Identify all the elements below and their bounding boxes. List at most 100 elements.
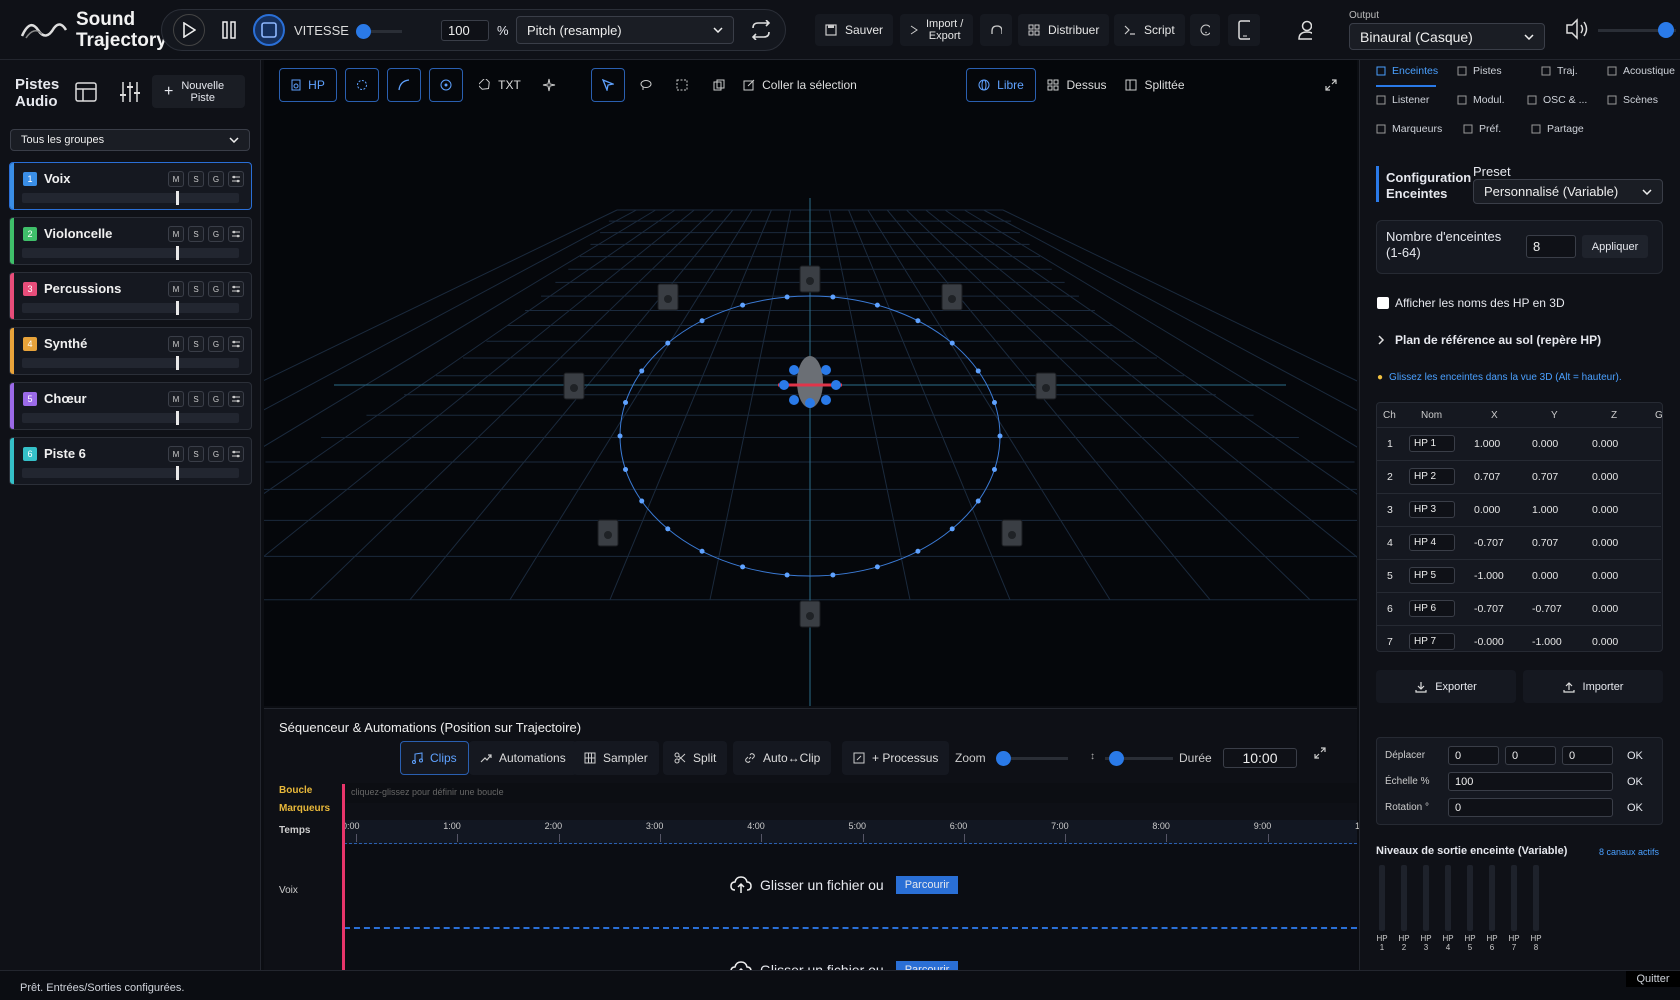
zoom-slider[interactable] xyxy=(996,751,1068,766)
target-tool-button[interactable] xyxy=(429,68,463,102)
new-track-button[interactable]: + Nouvelle Piste xyxy=(152,75,245,108)
distribute-button[interactable]: Distribuer xyxy=(1018,14,1110,46)
move-ok-button[interactable]: OK xyxy=(1627,750,1643,762)
stop-button[interactable] xyxy=(253,14,285,46)
z-cell[interactable]: 0.000 xyxy=(1592,504,1618,516)
split-button[interactable]: Split xyxy=(663,741,728,775)
speaker-name-input[interactable]: HP 6 xyxy=(1409,600,1455,617)
trajectory-point[interactable] xyxy=(830,294,836,300)
volume-slider[interactable] xyxy=(1598,22,1676,38)
rotation-ok-button[interactable]: OK xyxy=(1627,802,1643,814)
fader-knob[interactable] xyxy=(176,246,179,260)
move-x-input[interactable]: 0 xyxy=(1448,746,1499,765)
viewport-3d[interactable]: HP TXT Coller la sélection Libre Dessus … xyxy=(264,60,1357,706)
track-volume-fader[interactable] xyxy=(22,466,239,480)
sampler-tab[interactable]: Sampler xyxy=(573,741,659,775)
trajectory-point[interactable] xyxy=(740,302,746,308)
group-button[interactable]: G xyxy=(208,226,224,242)
trajectory-point[interactable] xyxy=(997,433,1003,439)
export-button[interactable]: Exporter xyxy=(1376,670,1516,703)
orbit-tool-button[interactable] xyxy=(345,68,379,102)
trajectory-point[interactable] xyxy=(740,564,746,570)
vertical-zoom-slider[interactable] xyxy=(1105,751,1173,766)
listener-handle[interactable] xyxy=(805,398,815,408)
mute-button[interactable]: M xyxy=(168,171,184,187)
group-filter-select[interactable]: Tous les groupes xyxy=(10,129,250,151)
duration-input[interactable]: 10:00 xyxy=(1223,748,1297,768)
z-cell[interactable]: 0.000 xyxy=(1592,636,1618,648)
trajectory-point[interactable] xyxy=(915,548,921,554)
solo-button[interactable]: S xyxy=(188,281,204,297)
fader-knob[interactable] xyxy=(176,301,179,315)
magic-tool-button[interactable] xyxy=(534,68,564,102)
trajectory-point[interactable] xyxy=(665,340,671,346)
track-settings-button[interactable] xyxy=(228,171,244,187)
trajectory-point[interactable] xyxy=(784,572,790,578)
fader-knob[interactable] xyxy=(176,411,179,425)
track-settings-button[interactable] xyxy=(228,336,244,352)
y-cell[interactable]: 0.707 xyxy=(1532,471,1558,483)
y-cell[interactable]: 0.707 xyxy=(1532,537,1558,549)
sequencer-expand-button[interactable] xyxy=(1314,747,1326,762)
automations-tab[interactable]: Automations xyxy=(469,741,577,775)
tab-enceintes[interactable]: Enceintes xyxy=(1376,65,1438,77)
view-top-button[interactable]: Dessus xyxy=(1042,68,1112,102)
y-cell[interactable]: -0.707 xyxy=(1532,603,1562,615)
scale-ok-button[interactable]: OK xyxy=(1627,776,1643,788)
y-cell[interactable]: 1.000 xyxy=(1532,504,1558,516)
trajectory-point[interactable] xyxy=(830,572,836,578)
volume-slider-thumb[interactable] xyxy=(1658,22,1674,38)
track-settings-button[interactable] xyxy=(228,391,244,407)
mute-button[interactable]: M xyxy=(168,226,184,242)
trajectory-point[interactable] xyxy=(639,368,645,374)
trajectory-point[interactable] xyxy=(699,548,705,554)
group-button[interactable]: G xyxy=(208,391,224,407)
y-cell[interactable]: -1.000 xyxy=(1532,636,1562,648)
track-item[interactable]: #e8a33a 4 Synthé M S G xyxy=(9,327,252,375)
tab-sc-nes[interactable]: Scènes xyxy=(1607,94,1658,106)
speaker-name-input[interactable]: HP 5 xyxy=(1409,567,1455,584)
paste-selection-button[interactable]: Coller la sélection xyxy=(740,68,860,102)
trajectory-point[interactable] xyxy=(915,318,921,324)
loop-region-bar[interactable]: cliquez-glissez pour définir une boucle xyxy=(344,783,1357,803)
vertical-zoom-thumb[interactable] xyxy=(1109,751,1124,766)
track-item[interactable]: #35c0c8 6 Piste 6 M S G xyxy=(9,437,252,485)
lasso-tool-button[interactable] xyxy=(631,68,661,102)
trajectory-point[interactable] xyxy=(949,340,955,346)
listener-handle[interactable] xyxy=(789,395,799,405)
x-cell[interactable]: -0.000 xyxy=(1474,636,1504,648)
loop-button[interactable] xyxy=(744,14,778,46)
tab-pistes[interactable]: Pistes xyxy=(1457,65,1502,77)
tab-listener[interactable]: Listener xyxy=(1376,94,1429,106)
x-cell[interactable]: 1.000 xyxy=(1474,438,1500,450)
x-cell[interactable]: -1.000 xyxy=(1474,570,1504,582)
solo-button[interactable]: S xyxy=(188,446,204,462)
speaker-name-input[interactable]: HP 1 xyxy=(1409,435,1455,452)
move-y-input[interactable]: 0 xyxy=(1505,746,1556,765)
tab-modul[interactable]: Modul. xyxy=(1457,94,1505,106)
solo-button[interactable]: S xyxy=(188,171,204,187)
ground-plane-toggle[interactable]: Plan de référence au sol (repère HP) xyxy=(1377,333,1601,347)
solo-button[interactable]: S xyxy=(188,391,204,407)
trajectory-point[interactable] xyxy=(975,498,981,504)
z-cell[interactable]: 0.000 xyxy=(1592,570,1618,582)
track-item[interactable]: #3fbf6a 2 Violoncelle M S G xyxy=(9,217,252,265)
speaker-count-input[interactable]: 8 xyxy=(1526,235,1576,258)
speaker-name-input[interactable]: HP 2 xyxy=(1409,468,1455,485)
select-tool-button[interactable] xyxy=(591,68,625,102)
y-cell[interactable]: 0.000 xyxy=(1532,570,1558,582)
tab-partage[interactable]: Partage xyxy=(1531,123,1584,135)
trajectory-point[interactable] xyxy=(623,399,629,405)
solo-button[interactable]: S xyxy=(188,226,204,242)
rotation-input[interactable]: 0 xyxy=(1448,798,1613,817)
view-free-button[interactable]: Libre xyxy=(966,68,1036,102)
group-button[interactable]: G xyxy=(208,171,224,187)
clips-tab[interactable]: Clips xyxy=(400,741,469,775)
group-button[interactable]: G xyxy=(208,281,224,297)
preset-select[interactable]: Personnalisé (Variable) xyxy=(1473,179,1663,204)
mobile-button[interactable] xyxy=(1228,14,1260,46)
x-cell[interactable]: 0.000 xyxy=(1474,504,1500,516)
quit-button[interactable]: Quitter xyxy=(1626,971,1680,987)
speaker-name-input[interactable]: HP 4 xyxy=(1409,534,1455,551)
track-volume-fader[interactable] xyxy=(22,246,239,260)
